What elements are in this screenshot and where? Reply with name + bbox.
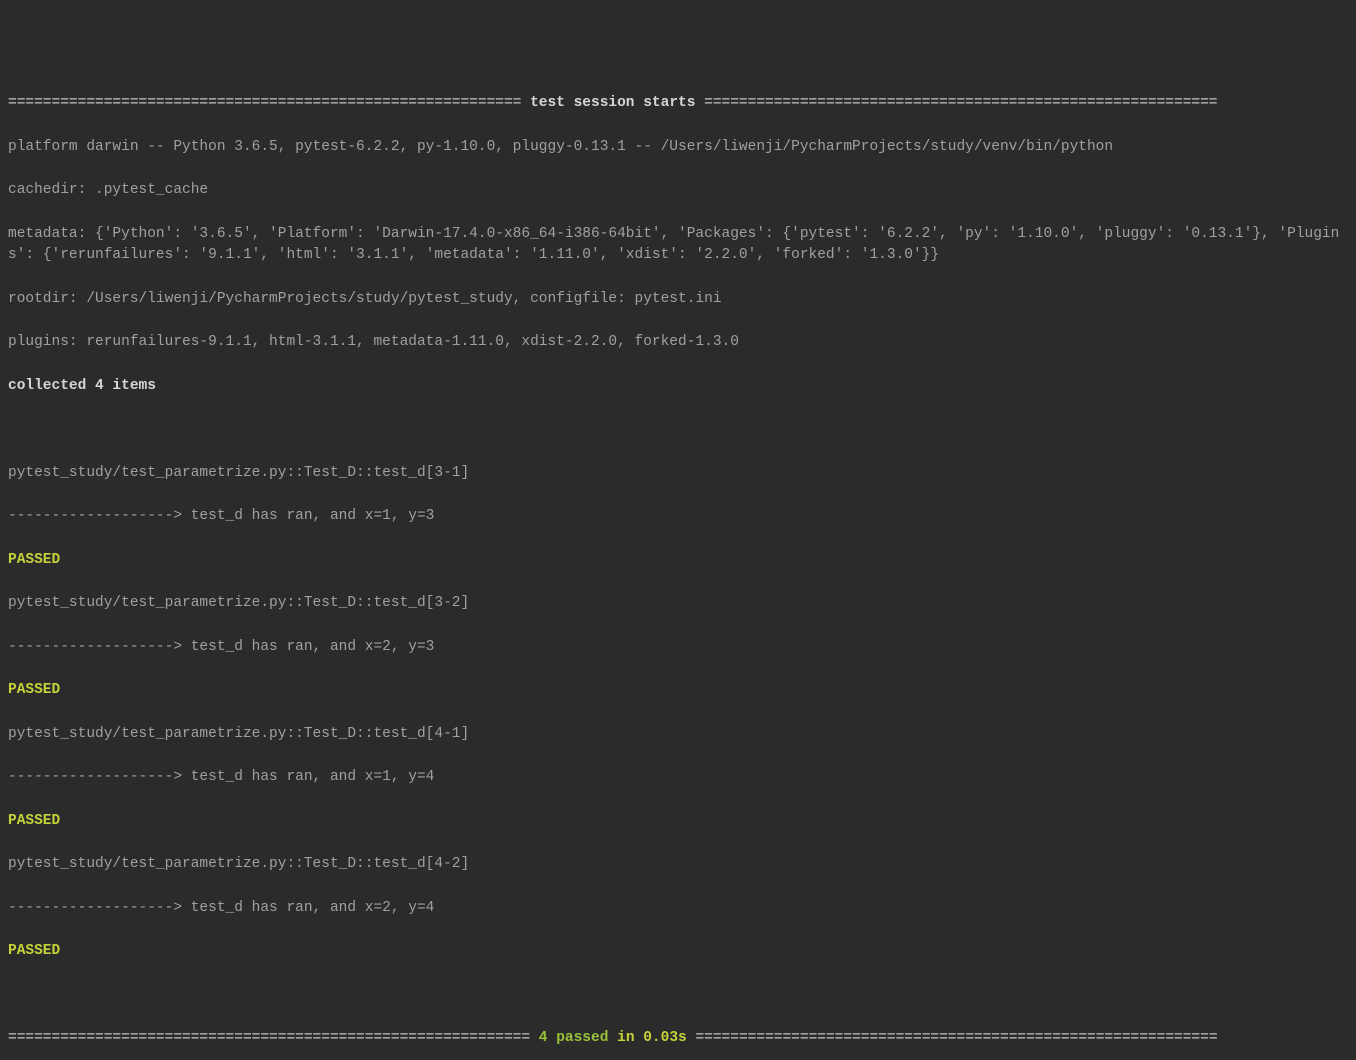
blank-line (8, 419, 1348, 441)
test-log: -------------------> test_d has ran, and… (8, 898, 1348, 920)
test-log: -------------------> test_d has ran, and… (8, 637, 1348, 659)
cachedir-line: cachedir: .pytest_cache (8, 180, 1348, 202)
test-status: PASSED (8, 550, 1348, 572)
test-status: PASSED (8, 680, 1348, 702)
test-status: PASSED (8, 941, 1348, 963)
session-footer: ========================================… (8, 1028, 1348, 1050)
plugins-line: plugins: rerunfailures-9.1.1, html-3.1.1… (8, 332, 1348, 354)
summary-time: in 0.03s (608, 1030, 686, 1046)
test-status: PASSED (8, 811, 1348, 833)
rule-left: ========================================… (8, 1030, 539, 1046)
test-id: pytest_study/test_parametrize.py::Test_D… (8, 593, 1348, 615)
test-id: pytest_study/test_parametrize.py::Test_D… (8, 724, 1348, 746)
platform-line: platform darwin -- Python 3.6.5, pytest-… (8, 137, 1348, 159)
test-id: pytest_study/test_parametrize.py::Test_D… (8, 463, 1348, 485)
rootdir-line: rootdir: /Users/liwenji/PycharmProjects/… (8, 289, 1348, 311)
rule-left: ========================================… (8, 95, 530, 111)
session-title: test session starts (530, 95, 695, 111)
rule-right: ========================================… (687, 1030, 1218, 1046)
test-log: -------------------> test_d has ran, and… (8, 506, 1348, 528)
rule-right: ========================================… (695, 95, 1217, 111)
blank-line (8, 985, 1348, 1007)
test-log: -------------------> test_d has ran, and… (8, 767, 1348, 789)
test-id: pytest_study/test_parametrize.py::Test_D… (8, 854, 1348, 876)
session-header: ========================================… (8, 93, 1348, 115)
summary-pass: 4 passed (539, 1030, 609, 1046)
metadata-line: metadata: {'Python': '3.6.5', 'Platform'… (8, 224, 1348, 268)
collected-line: collected 4 items (8, 376, 1348, 398)
